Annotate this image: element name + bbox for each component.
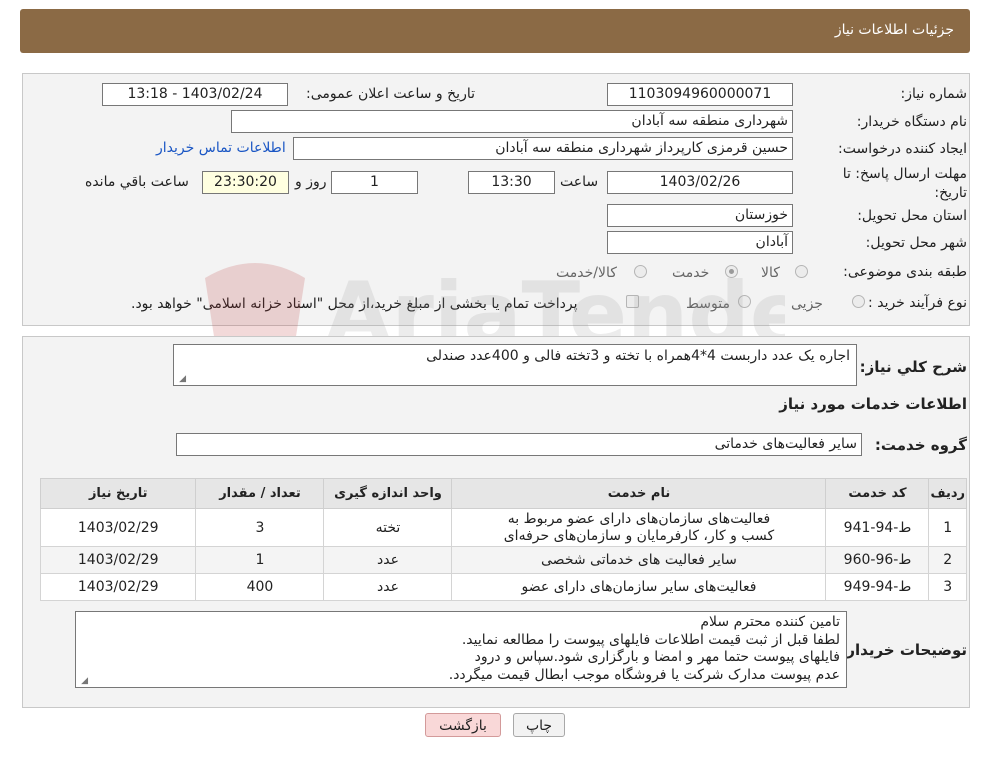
col-unit-header: واحد اندازه گیری: [323, 478, 453, 509]
remaining-time-label: ساعت باقي مانده: [85, 174, 189, 190]
province-label: استان محل تحویل:: [857, 208, 967, 224]
service-group-label: گروه خدمت:: [874, 436, 967, 454]
cell-unit: عدد: [323, 573, 453, 601]
deadline-time-field: 13:30: [468, 171, 555, 194]
process-medium-label: متوسط: [686, 296, 730, 312]
col-qty-header: تعداد / مقدار: [195, 478, 325, 509]
creator-label: ایجاد کننده درخواست:: [838, 141, 967, 157]
buyer-contact-link[interactable]: اطلاعات تماس خریدار: [156, 140, 286, 156]
process-medium-radio[interactable]: [738, 295, 751, 308]
cell-row: 3: [928, 573, 967, 601]
category-label: طبقه بندی موضوعی:: [843, 264, 967, 280]
category-service-label: خدمت: [672, 265, 710, 281]
cell-name: فعالیت‌های سازمان‌های دارای عضو مربوط به…: [451, 508, 827, 547]
days-label: روز و: [295, 174, 327, 190]
table-header-row: ردیف کد خدمت نام خدمت واحد اندازه گیری ت…: [39, 478, 967, 509]
cell-name: سایر فعالیت های خدماتی شخصی: [451, 546, 827, 574]
cell-code: ط-94-941: [825, 508, 930, 547]
cell-code: ط-96-960: [825, 546, 930, 574]
remaining-days-field: 1: [331, 171, 418, 194]
announce-date-label: تاریخ و ساعت اعلان عمومی:: [306, 86, 475, 102]
cell-date: 1403/02/29: [39, 508, 197, 547]
category-goods-service-label: کالا/خدمت: [556, 265, 617, 281]
announce-date-field: 1403/02/24 - 13:18: [102, 83, 288, 106]
buyer-note-line: لطفا قبل از ثبت قیمت اطلاعات فایلهای پیو…: [461, 631, 840, 648]
cell-row: 2: [928, 546, 967, 574]
buyer-org-field: شهرداری منطقه سه آبادان: [231, 110, 793, 133]
remaining-time-field: 23:30:20: [202, 171, 289, 194]
cell-unit: تخته: [323, 508, 453, 547]
page-title: جزئیات اطلاعات نیاز: [834, 22, 954, 38]
services-table: ردیف کد خدمت نام خدمت واحد اندازه گیری ت…: [39, 478, 967, 601]
col-date-header: تاریخ نیاز: [39, 478, 197, 509]
cell-code: ط-94-949: [825, 573, 930, 601]
treasury-payment-note: پرداخت تمام یا بخشی از مبلغ خرید،از محل …: [131, 296, 578, 312]
creator-field: حسین قرمزی کارپرداز شهرداری منطقه سه آبا…: [293, 137, 793, 160]
buyer-note-line: تامین کننده محترم سلام: [700, 614, 840, 630]
table-row: 3 ط-94-949 فعالیت‌های سایر سازمان‌های دا…: [39, 573, 967, 601]
cell-qty: 3: [195, 508, 325, 547]
col-code-header: کد خدمت: [825, 478, 930, 509]
buyer-note-line: عدم پیوست مدارک شرکت یا فروشگاه موجب ابط…: [448, 666, 840, 683]
cell-date: 1403/02/29: [39, 573, 197, 601]
category-goods-service-radio[interactable]: [634, 265, 647, 278]
resize-handle-icon[interactable]: ◢: [176, 374, 186, 384]
summary-text: اجاره یک عدد داربست 4*4همراه با تخته و 3…: [426, 348, 850, 364]
category-goods-radio[interactable]: [795, 265, 808, 278]
city-field: آبادان: [607, 231, 793, 254]
treasury-payment-checkbox[interactable]: [626, 295, 639, 308]
buyer-notes-label: توضیحات خریدار:: [840, 641, 967, 659]
need-number-label: شماره نیاز:: [900, 86, 968, 102]
page-header: جزئیات اطلاعات نیاز: [20, 9, 970, 53]
need-number-field: 1103094960000071: [607, 83, 793, 106]
province-field: خوزستان: [607, 204, 793, 227]
cell-qty: 400: [195, 573, 325, 601]
resize-handle-icon[interactable]: ◢: [78, 676, 88, 686]
summary-textarea[interactable]: اجاره یک عدد داربست 4*4همراه با تخته و 3…: [173, 344, 857, 386]
cell-unit: عدد: [323, 546, 453, 574]
cell-name: فعالیت‌های سایر سازمان‌های دارای عضو: [451, 573, 827, 601]
process-minor-label: جزیی: [791, 296, 823, 312]
print-button[interactable]: چاپ: [513, 713, 565, 737]
table-row: 1 ط-94-941 فعالیت‌های سازمان‌های دارای ع…: [39, 508, 967, 547]
cell-qty: 1: [195, 546, 325, 574]
table-row: 2 ط-96-960 سایر فعالیت های خدماتی شخصی ع…: [39, 546, 967, 574]
service-group-field: سایر فعالیت‌های خدماتی: [176, 433, 862, 456]
summary-label: شرح کلي نیاز:: [859, 358, 967, 376]
deadline-date-field: 1403/02/26: [607, 171, 793, 194]
col-row-header: ردیف: [928, 478, 967, 509]
deadline-label: مهلت ارسال پاسخ: تا تاریخ:: [842, 166, 967, 201]
process-type-label: نوع فرآیند خرید :: [868, 295, 967, 311]
category-goods-label: کالا: [761, 265, 780, 281]
category-service-radio[interactable]: [725, 265, 738, 278]
services-section-title: اطلاعات خدمات مورد نیاز: [779, 395, 967, 413]
city-label: شهر محل تحویل:: [865, 235, 967, 251]
cell-date: 1403/02/29: [39, 546, 197, 574]
process-minor-radio[interactable]: [852, 295, 865, 308]
col-name-header: نام خدمت: [451, 478, 827, 509]
buyer-org-label: نام دستگاه خریدار:: [856, 114, 967, 130]
buyer-notes-textarea[interactable]: تامین کننده محترم سلام لطفا قبل از ثبت ق…: [75, 611, 847, 688]
deadline-time-label: ساعت: [560, 174, 599, 190]
buyer-note-line: فایلهای پیوست حتما مهر و امضا و بارگزاری…: [474, 649, 840, 665]
back-button[interactable]: بازگشت: [425, 713, 501, 737]
cell-row: 1: [928, 508, 967, 547]
